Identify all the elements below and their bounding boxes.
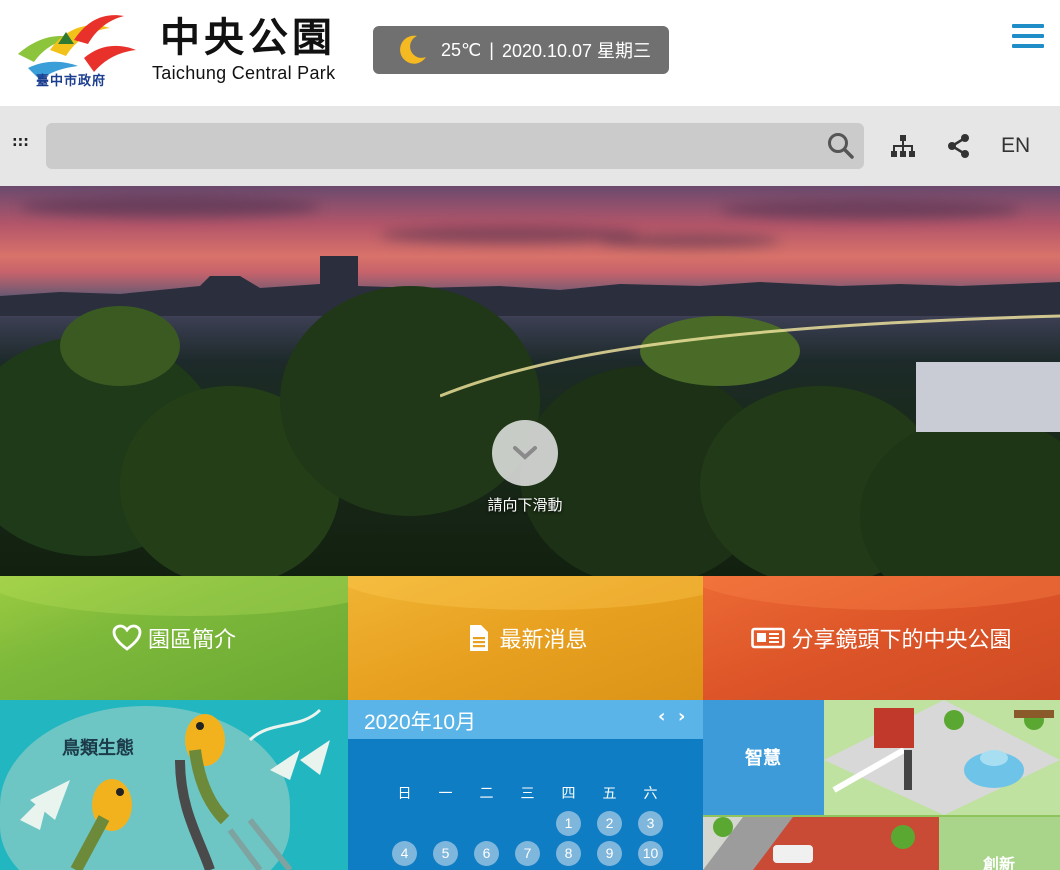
bird-ecology-title: 鳥類生態 xyxy=(62,738,134,759)
calendar-next-button[interactable]: › xyxy=(678,706,685,727)
calendar-grid: 日 一 二 三 四 五 六 1 2 3 4 5 6 7 8 9 10 xyxy=(384,778,684,868)
hamburger-icon[interactable] xyxy=(1012,24,1044,52)
accesskey-link[interactable]: ::: xyxy=(12,135,29,149)
search-input[interactable] xyxy=(46,123,864,169)
bird-ecology-card[interactable]: 鳥類生態 xyxy=(0,700,348,870)
calendar-day[interactable]: 1 xyxy=(556,810,581,836)
weekday-label: 四 xyxy=(561,786,576,802)
tile-label: 園區簡介 xyxy=(147,628,236,653)
calendar-month-title: 2020年10月 xyxy=(364,711,477,734)
smart-tile: 智慧 xyxy=(703,700,824,815)
scroll-down-button[interactable] xyxy=(492,420,558,486)
calendar-day[interactable]: 9 xyxy=(597,840,622,866)
toolbar: ::: EN xyxy=(0,106,1060,186)
calendar-day[interactable]: 6 xyxy=(474,840,499,866)
tile-label: 分享鏡頭下的中央公園 xyxy=(791,628,1012,653)
tile-park-intro[interactable]: 園區簡介 xyxy=(0,576,348,700)
weekday-label: 日 xyxy=(397,786,412,802)
calendar-week-row: 4 5 6 7 8 9 10 xyxy=(384,838,684,868)
scroll-down-label: 請向下滑動 xyxy=(487,496,563,514)
tile-label: 最新消息 xyxy=(499,628,588,653)
smart-park-card[interactable]: 智慧 創新 xyxy=(703,700,1060,870)
calendar-prev-button[interactable]: ‹ xyxy=(658,706,665,727)
smart-park-illustration xyxy=(824,700,1060,815)
innovation-label: 創新 xyxy=(983,855,1016,870)
logo-gov-text: 臺中市政府 xyxy=(36,74,107,89)
calendar-weekday-row: 日 一 二 三 四 五 六 xyxy=(384,778,684,808)
search-box xyxy=(46,123,864,169)
site-title[interactable]: 中央公園 xyxy=(160,14,336,62)
tile-latest-news[interactable]: 最新消息 xyxy=(348,576,703,700)
tile-share-photos[interactable]: 分享鏡頭下的中央公園 xyxy=(703,576,1060,700)
calendar-header: 2020年10月 ‹ › xyxy=(348,700,703,739)
share-icon[interactable] xyxy=(945,132,973,160)
weather-widget: 25℃ | 2020.10.07 星期三 xyxy=(373,26,669,74)
search-icon[interactable] xyxy=(826,131,856,161)
calendar-day[interactable]: 5 xyxy=(433,840,458,866)
chevron-down-icon xyxy=(513,446,537,460)
events-calendar: 2020年10月 ‹ › 日 一 二 三 四 五 六 1 2 3 4 5 6 7… xyxy=(348,700,703,870)
weather-separator: | xyxy=(489,39,494,60)
smart-label: 智慧 xyxy=(745,748,781,769)
calendar-day[interactable]: 3 xyxy=(638,810,663,836)
weekday-label: 一 xyxy=(438,786,453,802)
moon-icon xyxy=(400,35,426,64)
calendar-day[interactable]: 8 xyxy=(556,840,581,866)
weekday-label: 六 xyxy=(643,786,658,802)
weekday-label: 三 xyxy=(520,786,535,802)
weekday-label: 二 xyxy=(479,786,494,802)
newspaper-icon xyxy=(751,627,786,649)
calendar-week-row: 1 2 3 xyxy=(384,808,684,838)
heart-icon xyxy=(112,624,142,651)
smart-street-illustration xyxy=(703,817,939,870)
calendar-day[interactable]: 2 xyxy=(597,810,622,836)
hero-banner-image: 請向下滑動 xyxy=(0,186,1060,576)
innovation-tile: 創新 xyxy=(939,817,1060,870)
weather-temperature: 25℃ xyxy=(441,39,482,60)
weekday-label: 五 xyxy=(602,786,617,802)
parrot-illustration xyxy=(20,708,330,870)
calendar-day[interactable]: 7 xyxy=(515,840,540,866)
site-header: 臺中市政府 中央公園 Taichung Central Park 25℃ | 2… xyxy=(0,0,1060,106)
weather-date: 2020.10.07 星期三 xyxy=(501,41,652,61)
site-subtitle: Taichung Central Park xyxy=(152,63,336,83)
path-lights xyxy=(440,314,1060,398)
calendar-day[interactable]: 10 xyxy=(638,840,663,866)
sitemap-icon[interactable] xyxy=(889,132,917,160)
calendar-day[interactable]: 4 xyxy=(392,840,417,866)
language-switch-link[interactable]: EN xyxy=(1001,134,1030,158)
document-icon xyxy=(470,625,489,651)
